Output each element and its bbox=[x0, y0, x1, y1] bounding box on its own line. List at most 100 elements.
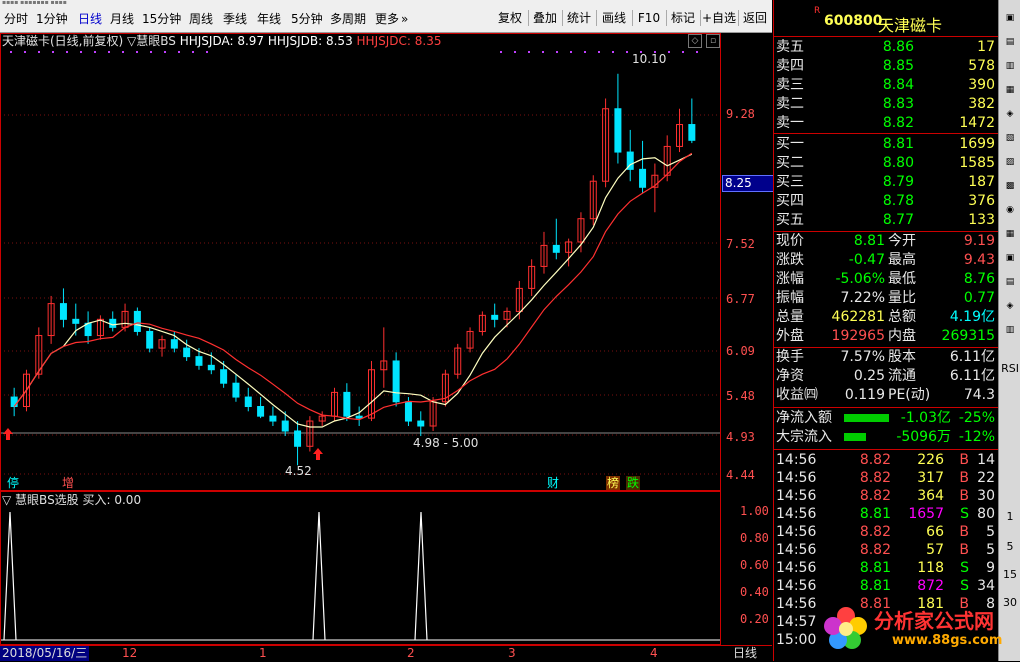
ask-row[interactable]: 卖五 8.86 17 bbox=[774, 38, 999, 57]
signal-dot bbox=[150, 51, 152, 53]
signal-dot bbox=[108, 51, 110, 53]
bid-volume: 376 bbox=[968, 193, 995, 209]
period-15min[interactable]: 15分钟 bbox=[142, 10, 181, 28]
candle-body bbox=[269, 415, 277, 422]
ask-price: 8.85 bbox=[882, 58, 914, 74]
diamond-icon[interactable]: ◈ bbox=[1000, 296, 1020, 316]
ask-row[interactable]: 卖四 8.85 578 bbox=[774, 57, 999, 76]
pane-restore-icon[interactable]: ◇ bbox=[688, 34, 702, 48]
statistics-button[interactable]: 统计 bbox=[563, 8, 595, 28]
period-5min[interactable]: 5分钟 bbox=[291, 10, 323, 28]
kline-icon[interactable]: ▥ bbox=[1000, 56, 1020, 76]
quote-panel: R 600800 天津磁卡 卖五 8.86 17 卖四 8.85 578 卖三 8.84 390… bbox=[773, 0, 999, 661]
tick-row[interactable]: 14:56 8.82 66 B 5 bbox=[774, 523, 999, 541]
more-arrow-icon[interactable]: » bbox=[401, 10, 408, 28]
x-axis-tick: 1 bbox=[259, 646, 267, 660]
list-icon[interactable]: ▨ bbox=[1000, 152, 1020, 172]
grid-icon[interactable]: ▦ bbox=[1000, 224, 1020, 244]
high-annotation: 10.10 bbox=[632, 52, 667, 66]
grid-icon[interactable]: ▦ bbox=[1000, 80, 1020, 100]
tick-row[interactable]: 14:56 8.82 364 B 30 bbox=[774, 487, 999, 505]
bid-row[interactable]: 买二 8.80 1585 bbox=[774, 154, 999, 173]
draw-line-button[interactable]: 画线 bbox=[597, 8, 631, 28]
table-icon[interactable]: ▤ bbox=[1000, 32, 1020, 52]
indicator-header[interactable]: ▽ 慧眼BS选股 买入: 0.00 bbox=[2, 493, 141, 507]
tick-row[interactable]: 14:56 8.82 57 B 5 bbox=[774, 541, 999, 559]
f10-button[interactable]: F10 bbox=[633, 8, 665, 28]
flow-row: 净流入额 -1.03亿 -25% bbox=[774, 409, 999, 428]
period-shortcut[interactable]: 15 bbox=[1001, 568, 1019, 581]
period-fenshi[interactable]: 分时 bbox=[4, 10, 28, 28]
tick-row[interactable]: 14:56 8.82 226 B 14 bbox=[774, 451, 999, 469]
flow-label: 净流入额 bbox=[776, 410, 832, 426]
candle-body bbox=[146, 330, 154, 349]
target-icon[interactable]: ◉ bbox=[1000, 200, 1020, 220]
period-monthly[interactable]: 月线 bbox=[110, 10, 134, 28]
ask-row[interactable]: 卖二 8.83 382 bbox=[774, 95, 999, 114]
event-mark-halt[interactable]: 停 bbox=[6, 476, 20, 490]
toolbar-hint: ▪▪▪▪ ▪▪▪▪▪▪▪ ▪▪▪▪ bbox=[2, 0, 67, 6]
indicator-name[interactable]: 慧眼BS bbox=[136, 34, 176, 48]
bid-volume: 1699 bbox=[959, 136, 995, 152]
tick-row[interactable]: 14:56 8.81 118 S 9 bbox=[774, 559, 999, 577]
candle-body bbox=[133, 310, 141, 332]
period-shortcut[interactable]: 5 bbox=[1001, 540, 1019, 553]
candle-body bbox=[294, 430, 302, 447]
bid-row[interactable]: 买五 8.77 133 bbox=[774, 211, 999, 230]
indicator-dropdown-icon[interactable]: ▽ bbox=[127, 34, 136, 48]
table-icon[interactable]: ▤ bbox=[1000, 272, 1020, 292]
tick-count: 5 bbox=[986, 542, 995, 558]
period-daily[interactable]: 日线 bbox=[78, 10, 102, 28]
stat-label: 总量 bbox=[776, 309, 804, 325]
period-shortcut[interactable]: 1 bbox=[1001, 510, 1019, 523]
back-button[interactable]: 返回 bbox=[739, 8, 771, 28]
period-more[interactable]: 更多 bbox=[375, 10, 399, 28]
chart-grid bbox=[0, 114, 720, 475]
signal-dot bbox=[626, 51, 628, 53]
tick-row[interactable]: 14:56 8.82 317 B 22 bbox=[774, 469, 999, 487]
stat-value: 269315 bbox=[941, 328, 995, 344]
event-mark-increase[interactable]: 增 bbox=[61, 476, 75, 490]
bid-row[interactable]: 买四 8.78 376 bbox=[774, 192, 999, 211]
rsi-button[interactable]: RSI bbox=[1001, 362, 1019, 375]
mark-button[interactable]: 标记 bbox=[667, 8, 699, 28]
add-watchlist-button[interactable]: +自选 bbox=[701, 8, 737, 28]
period-quarterly[interactable]: 季线 bbox=[223, 10, 247, 28]
tick-row[interactable]: 14:56 8.81 1657 S 80 bbox=[774, 505, 999, 523]
period-multi[interactable]: 多周期 bbox=[330, 10, 366, 28]
kline-icon[interactable]: ▥ bbox=[1000, 320, 1020, 340]
overlay-button[interactable]: 叠加 bbox=[529, 8, 561, 28]
ask-row[interactable]: 卖一 8.82 1472 bbox=[774, 114, 999, 133]
tick-count: 22 bbox=[977, 470, 995, 486]
chart-icon[interactable]: ▣ bbox=[1000, 8, 1020, 28]
period-yearly[interactable]: 年线 bbox=[257, 10, 281, 28]
bars-icon[interactable]: ▧ bbox=[1000, 128, 1020, 148]
y-axis-label: 7.52 bbox=[726, 237, 755, 251]
event-mark-fall[interactable]: 跌 bbox=[626, 476, 641, 490]
signal-dot bbox=[38, 51, 40, 53]
y-axis-label: 6.09 bbox=[726, 344, 755, 358]
pane-close-icon[interactable]: ▫ bbox=[706, 34, 720, 48]
period-1min[interactable]: 1分钟 bbox=[36, 10, 68, 28]
stat-label: 振幅 bbox=[776, 290, 804, 306]
restore-right-button[interactable]: 复权 bbox=[493, 8, 527, 28]
divider bbox=[774, 449, 999, 450]
event-mark-finance[interactable]: 财 bbox=[546, 476, 560, 490]
tick-row[interactable]: 14:56 8.81 872 S 34 bbox=[774, 577, 999, 595]
bid-row[interactable]: 买一 8.81 1699 bbox=[774, 135, 999, 154]
kline-chart[interactable] bbox=[0, 33, 772, 645]
flow-label: 大宗流入 bbox=[776, 429, 832, 445]
bid-row[interactable]: 买三 8.79 187 bbox=[774, 173, 999, 192]
ask-row[interactable]: 卖三 8.84 390 bbox=[774, 76, 999, 95]
block-icon[interactable]: ▩ bbox=[1000, 176, 1020, 196]
stat-value: 0.25 bbox=[853, 368, 885, 384]
period-weekly[interactable]: 周线 bbox=[189, 10, 213, 28]
flower-logo-icon bbox=[824, 607, 867, 649]
signal-dot bbox=[206, 51, 208, 53]
candle-body bbox=[10, 396, 18, 408]
tick-price: 8.81 bbox=[859, 578, 891, 594]
diamond-icon[interactable]: ◈ bbox=[1000, 104, 1020, 124]
chart-icon[interactable]: ▣ bbox=[1000, 248, 1020, 268]
signal-dot bbox=[528, 51, 530, 53]
event-mark-ranking[interactable]: 榜 bbox=[606, 476, 621, 490]
